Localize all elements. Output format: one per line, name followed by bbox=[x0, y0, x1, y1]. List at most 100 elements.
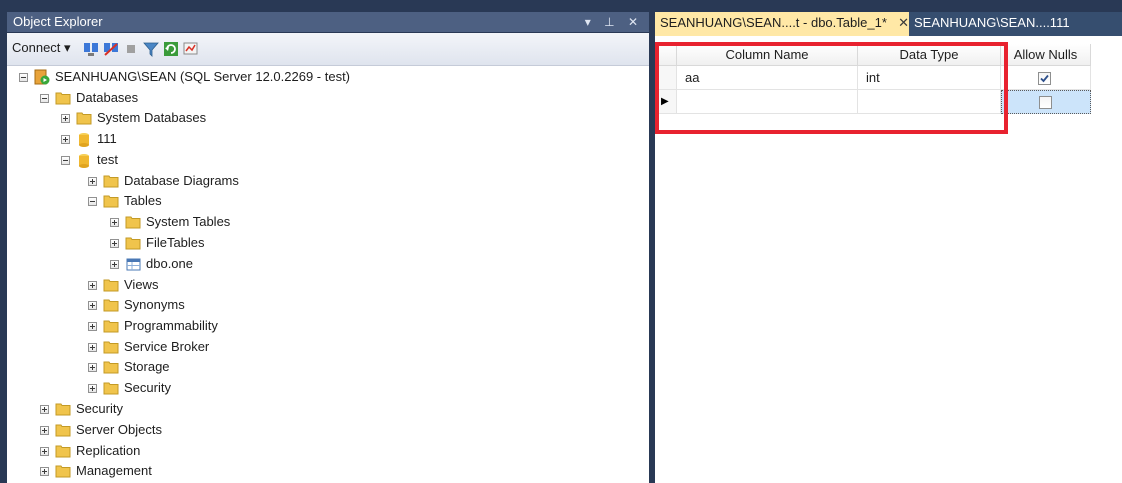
tree-node-database-test[interactable]: test bbox=[61, 150, 118, 170]
tree-node-security[interactable]: Security bbox=[40, 399, 123, 419]
tree-node-replication[interactable]: Replication bbox=[40, 441, 140, 461]
tree-node-service-broker[interactable]: Service Broker bbox=[88, 337, 209, 357]
object-explorer-title: Object Explorer bbox=[13, 14, 103, 29]
expand-toggle[interactable] bbox=[88, 383, 97, 393]
tree-node-label: Security bbox=[124, 380, 171, 395]
tree-node-label: Programmability bbox=[124, 318, 218, 333]
folder-icon bbox=[103, 360, 119, 374]
expand-toggle[interactable] bbox=[61, 134, 70, 144]
tree-node-database-111[interactable]: 111 bbox=[61, 129, 117, 149]
current-row-selector[interactable]: ▶ bbox=[655, 90, 677, 114]
folder-icon bbox=[55, 402, 71, 416]
tree-node-label: System Databases bbox=[97, 110, 207, 125]
data-type-header[interactable]: Data Type bbox=[858, 44, 1001, 66]
data-type-cell[interactable] bbox=[858, 90, 1001, 114]
row-selector-header bbox=[655, 44, 677, 66]
row-selector[interactable] bbox=[655, 66, 677, 90]
database-icon bbox=[76, 153, 92, 168]
tree-node-label: SEANHUANG\SEAN (SQL Server 12.0.2269 - t… bbox=[55, 69, 351, 84]
connect-dropdown-button[interactable]: Connect ▾ bbox=[12, 40, 71, 56]
expand-toggle[interactable] bbox=[88, 342, 97, 352]
expand-toggle[interactable] bbox=[88, 176, 97, 186]
expand-toggle[interactable] bbox=[110, 238, 119, 248]
folder-icon bbox=[103, 174, 119, 188]
document-tab-strip: SEANHUANG\SEAN....t - dbo.Table_1* ✕ SEA… bbox=[655, 0, 1122, 36]
table-icon bbox=[125, 257, 141, 271]
object-explorer-title-bar: Object Explorer ▾ ⊥ ✕ bbox=[7, 12, 649, 32]
object-explorer-panel: Object Explorer ▾ ⊥ ✕ Connect ▾ SEANHUAN… bbox=[0, 0, 655, 483]
column-name-cell[interactable]: aa bbox=[677, 66, 858, 90]
column-name-header[interactable]: Column Name bbox=[677, 44, 858, 66]
tree-node-server[interactable]: SEANHUANG\SEAN (SQL Server 12.0.2269 - t… bbox=[19, 67, 350, 87]
expand-toggle[interactable] bbox=[88, 280, 97, 290]
tree-node-programmability[interactable]: Programmability bbox=[88, 316, 218, 336]
current-row-icon: ▶ bbox=[661, 96, 669, 107]
tree-node-system-tables[interactable]: System Tables bbox=[110, 212, 230, 232]
folder-icon bbox=[103, 194, 119, 208]
tab-111[interactable]: SEANHUANG\SEAN....111 bbox=[909, 12, 1122, 36]
close-icon[interactable]: ✕ bbox=[898, 12, 909, 34]
expand-toggle[interactable] bbox=[88, 362, 97, 372]
tree-node-views[interactable]: Views bbox=[88, 275, 158, 295]
tree-node-database-diagrams[interactable]: Database Diagrams bbox=[88, 171, 239, 191]
allow-nulls-checkbox-unchecked[interactable] bbox=[1039, 96, 1052, 109]
disconnect-icon[interactable] bbox=[103, 41, 119, 57]
tree-node-storage[interactable]: Storage bbox=[88, 357, 170, 377]
allow-nulls-cell-selected bbox=[1001, 90, 1091, 114]
tree-node-label: System Tables bbox=[146, 214, 231, 229]
database-icon bbox=[76, 132, 92, 147]
expand-toggle[interactable] bbox=[88, 321, 97, 331]
folder-icon bbox=[103, 298, 119, 312]
object-explorer-toolbar: Connect ▾ bbox=[7, 33, 649, 66]
tree-node-server-objects[interactable]: Server Objects bbox=[40, 420, 162, 440]
tree-node-tables[interactable]: Tables bbox=[88, 191, 162, 211]
allow-nulls-cell bbox=[1001, 66, 1091, 90]
folder-icon bbox=[103, 381, 119, 395]
connect-object-explorer-icon[interactable] bbox=[83, 41, 99, 57]
data-type-cell[interactable]: int bbox=[858, 66, 1001, 90]
expand-toggle[interactable] bbox=[40, 404, 49, 414]
collapse-toggle[interactable] bbox=[19, 72, 28, 82]
filter-icon[interactable] bbox=[143, 41, 159, 57]
tree-node-dbo-one[interactable]: dbo.one bbox=[110, 254, 193, 274]
tab-label: SEANHUANG\SEAN....t - dbo.Table_1* bbox=[660, 15, 887, 30]
title-bar-controls[interactable]: ▾ ⊥ ✕ bbox=[585, 12, 643, 32]
folder-icon bbox=[55, 91, 71, 105]
expand-toggle[interactable] bbox=[61, 113, 70, 123]
folder-icon bbox=[103, 278, 119, 292]
tree-node-label: Service Broker bbox=[124, 339, 210, 354]
folder-icon bbox=[55, 423, 71, 437]
tree-node-system-databases[interactable]: System Databases bbox=[61, 108, 206, 128]
allow-nulls-checkbox-checked[interactable] bbox=[1038, 72, 1051, 85]
tab-dbo-table-1[interactable]: SEANHUANG\SEAN....t - dbo.Table_1* ✕ bbox=[655, 12, 914, 36]
tree-node-filetables[interactable]: FileTables bbox=[110, 233, 205, 253]
tree-node-label: FileTables bbox=[146, 235, 205, 250]
tree-node-management[interactable]: Management bbox=[40, 461, 152, 481]
tree-node-label: Management bbox=[76, 463, 152, 478]
folder-icon bbox=[55, 464, 71, 478]
collapse-toggle[interactable] bbox=[40, 93, 49, 103]
expand-toggle[interactable] bbox=[110, 259, 119, 269]
refresh-icon[interactable] bbox=[163, 41, 179, 57]
folder-icon bbox=[103, 340, 119, 354]
stop-icon[interactable] bbox=[123, 41, 139, 57]
tree-node-label: Replication bbox=[76, 443, 141, 458]
object-explorer-tree: SEANHUANG\SEAN (SQL Server 12.0.2269 - t… bbox=[7, 66, 649, 483]
expand-toggle[interactable] bbox=[40, 466, 49, 476]
allow-nulls-header[interactable]: Allow Nulls bbox=[1001, 44, 1091, 66]
collapse-toggle[interactable] bbox=[61, 155, 70, 165]
collapse-toggle[interactable] bbox=[88, 196, 97, 206]
server-icon bbox=[34, 69, 50, 85]
tree-node-databases[interactable]: Databases bbox=[40, 88, 138, 108]
activity-monitor-icon[interactable] bbox=[183, 41, 199, 57]
expand-toggle[interactable] bbox=[40, 425, 49, 435]
tree-node-label: Server Objects bbox=[76, 422, 162, 437]
tree-node-synonyms[interactable]: Synonyms bbox=[88, 295, 185, 315]
column-name-cell[interactable] bbox=[677, 90, 858, 114]
expand-toggle[interactable] bbox=[40, 446, 49, 456]
tree-node-label: Tables bbox=[124, 193, 162, 208]
expand-toggle[interactable] bbox=[110, 217, 119, 227]
table-designer-panel: SEANHUANG\SEAN....t - dbo.Table_1* ✕ SEA… bbox=[655, 0, 1122, 483]
tree-node-security-database[interactable]: Security bbox=[88, 378, 171, 398]
expand-toggle[interactable] bbox=[88, 300, 97, 310]
